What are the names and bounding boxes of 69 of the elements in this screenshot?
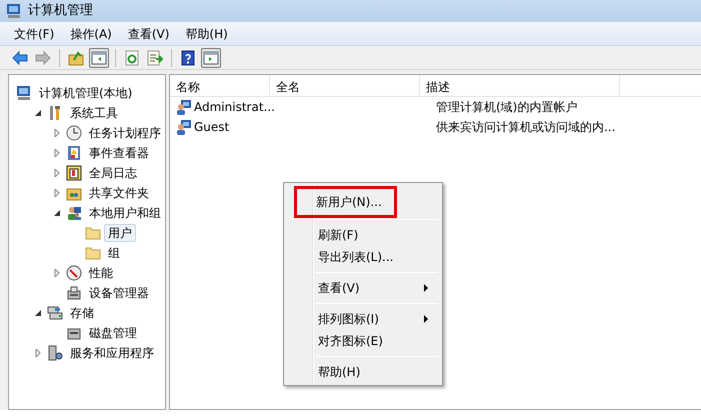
event-log-icon [66, 145, 82, 161]
pane-icon [203, 50, 219, 66]
menu-item[interactable]: 对齐图标(E) [286, 330, 440, 352]
menu-item[interactable]: 查看(V) [126, 24, 172, 42]
folder-up-icon [68, 50, 84, 66]
back-arrow-icon [12, 50, 28, 66]
tree-item[interactable]: 计算机管理(本地) [35, 84, 136, 102]
tree-item[interactable]: 用户 [104, 224, 136, 242]
menu-item[interactable]: 导出列表(L)... [286, 246, 440, 268]
user-icon [176, 99, 192, 115]
tree-item[interactable]: 共享文件夹 [85, 184, 153, 202]
menu-item[interactable]: 排列图标(I) [286, 308, 440, 330]
tree-item[interactable]: 组 [104, 244, 124, 262]
collapse-arrow-icon[interactable] [34, 109, 42, 117]
tree-item[interactable]: 服务和应用程序 [66, 344, 158, 362]
folder-icon [85, 225, 101, 241]
submenu-arrow-icon [424, 284, 428, 292]
submenu-arrow-icon [424, 315, 428, 323]
refresh-icon [124, 50, 140, 66]
users-icon [66, 205, 82, 221]
tree-item[interactable]: 系统工具 [66, 104, 122, 122]
table-cell-text: Administrat... [193, 99, 276, 116]
tree-item[interactable]: 任务计划程序 [85, 124, 165, 142]
tree-item[interactable]: 磁盘管理 [85, 324, 141, 342]
tree-item[interactable]: 全局日志 [85, 164, 141, 182]
clock-icon [66, 125, 82, 141]
computer-icon [6, 3, 22, 19]
tree-item[interactable]: 性能 [85, 264, 117, 282]
user-icon [176, 119, 192, 135]
toolbar-button[interactable] [89, 48, 109, 68]
pane-icon [91, 50, 107, 66]
window-title: 计算机管理 [28, 2, 93, 20]
expand-arrow-icon[interactable] [53, 149, 61, 157]
export-list-icon [147, 50, 163, 66]
table-cell-text: Guest [193, 119, 230, 136]
help-icon [180, 50, 196, 66]
tree-item[interactable]: 事件查看器 [85, 144, 153, 162]
log-icon [66, 165, 82, 181]
tree-item[interactable]: 存储 [66, 304, 98, 322]
column-header[interactable]: 名称 [170, 75, 270, 96]
menu-item[interactable]: 帮助(H) [183, 24, 230, 42]
collapse-arrow-icon[interactable] [34, 309, 42, 317]
menu-item[interactable]: 新用户(N)... [297, 189, 394, 215]
expand-arrow-icon[interactable] [53, 169, 61, 177]
expand-arrow-icon[interactable] [53, 189, 61, 197]
menu-item[interactable]: 文件(F) [12, 24, 56, 42]
storage-icon [47, 305, 63, 321]
folder-icon [85, 245, 101, 261]
device-icon [66, 285, 82, 301]
forward-arrow-icon [35, 50, 51, 66]
menu-item[interactable]: 查看(V) [286, 277, 440, 299]
column-header[interactable]: 描述 [420, 75, 620, 96]
expand-arrow-icon[interactable] [34, 349, 42, 357]
computer-icon [16, 85, 32, 101]
table-cell-text: 供来宾访问计算机或访问域的内... [436, 119, 616, 136]
gauge-icon [66, 265, 82, 281]
tree-item[interactable]: 设备管理器 [85, 284, 153, 302]
expand-arrow-icon[interactable] [53, 129, 61, 137]
collapse-arrow-icon[interactable] [53, 209, 61, 217]
menu-item[interactable]: 帮助(H) [286, 361, 440, 383]
menu-item[interactable]: 刷新(F) [286, 224, 440, 246]
menu-item[interactable]: 操作(A) [68, 24, 114, 42]
column-header[interactable]: 全名 [270, 75, 420, 96]
toolbar-button[interactable] [145, 48, 165, 68]
table-cell-text: 管理计算机(域)的内置帐户 [436, 99, 578, 116]
tree-item[interactable]: 本地用户和组 [85, 204, 165, 222]
toolbar-button[interactable] [201, 48, 221, 68]
tools-icon [47, 105, 63, 121]
expand-arrow-icon[interactable] [53, 269, 61, 277]
